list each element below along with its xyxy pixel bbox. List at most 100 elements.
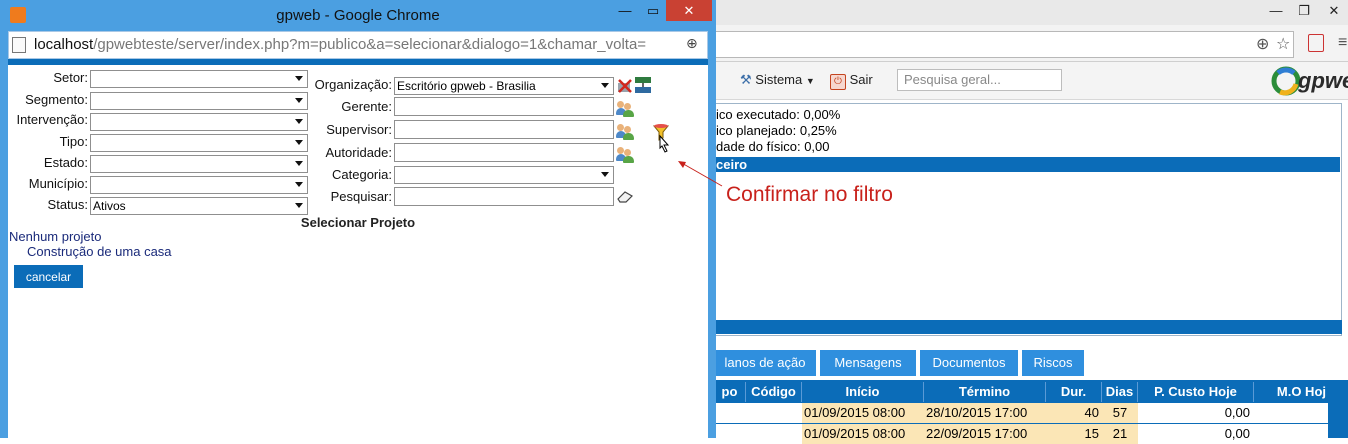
background-url-box[interactable] [714, 31, 1294, 58]
municipio-select[interactable] [90, 176, 308, 194]
table-row-inicio: 01/09/2015 08:00 [802, 424, 924, 444]
popup-title: gpweb - Google Chrome [276, 7, 440, 24]
panel-row-fisico: dade do físico: 0,00 [716, 139, 830, 154]
pesquisar-label: Pesquisar: [330, 189, 392, 204]
table-row-cell [714, 403, 746, 423]
municipio-label: Município: [28, 176, 88, 191]
grid-header-mo[interactable]: M.O Hoj [1254, 382, 1328, 402]
intervencao-select[interactable] [90, 113, 308, 131]
global-search-input[interactable]: Pesquisa geral... [897, 69, 1062, 91]
grid-header-dur[interactable]: Dur. [1046, 382, 1102, 402]
callout-text: Confirmar no filtro [726, 183, 893, 206]
table-row-dur: 15 [1046, 424, 1102, 444]
bg-restore-button[interactable]: ❐ [1290, 1, 1318, 21]
remove-organization-icon[interactable] [616, 77, 634, 95]
setor-select[interactable] [90, 70, 308, 88]
grid-header-tipo[interactable]: po [714, 382, 746, 402]
tab-riscos[interactable]: Riscos [1022, 350, 1084, 376]
table-row-dias: 57 [1102, 403, 1138, 423]
grid-header-termino[interactable]: Término [924, 382, 1046, 402]
chevron-down-icon [295, 182, 303, 187]
segmento-select[interactable] [90, 92, 308, 110]
intervencao-label: Intervenção: [16, 112, 88, 127]
popup-chrome-window: gpweb - Google Chrome — ▭ ✕ localhost/gp… [0, 0, 716, 438]
sair-button[interactable]: ⏻ Sair [830, 72, 873, 90]
chevron-down-icon [601, 172, 609, 177]
table-row-cell [746, 424, 802, 444]
background-titlebar [714, 0, 1348, 25]
panel-footer-bar [714, 320, 1342, 334]
project-list-item[interactable]: Construção de uma casa [27, 244, 172, 259]
table-row-termino: 28/10/2015 17:00 [924, 403, 1046, 423]
table-row-custo: 0,00 [1138, 403, 1254, 423]
popup-url[interactable]: localhost/gpwebteste/server/index.php?m=… [34, 35, 684, 55]
table-row-termino: 22/09/2015 17:00 [924, 424, 1046, 444]
bg-close-button[interactable]: ✕ [1320, 1, 1348, 21]
bookmark-star-icon[interactable]: ☆ [1276, 34, 1290, 54]
chevron-down-icon [601, 83, 609, 88]
gerente-label: Gerente: [341, 99, 392, 114]
chevron-down-icon [295, 161, 303, 166]
table-row-dias: 21 [1102, 424, 1138, 444]
table-row-inicio: 01/09/2015 08:00 [802, 403, 924, 423]
tab-planos-de-acao[interactable]: lanos de ação [714, 350, 816, 376]
table-row-dur: 40 [1046, 403, 1102, 423]
supervisor-input[interactable] [394, 120, 614, 139]
menu-icon[interactable]: ≡ [1338, 34, 1347, 52]
popup-minimize-button[interactable]: — [612, 0, 638, 22]
table-row-cell [714, 424, 746, 444]
table-row-cell [746, 403, 802, 423]
grid-header-dias[interactable]: Dias [1102, 382, 1138, 402]
popup-empty-area [8, 296, 708, 438]
nenhum-projeto-option[interactable]: Nenhum projeto [9, 229, 102, 244]
zoom-icon[interactable]: ⊕ [686, 35, 698, 52]
selecionar-projeto-title: Selecionar Projeto [300, 215, 416, 230]
grid-header-codigo[interactable]: Código [746, 382, 802, 402]
categoria-label: Categoria: [332, 167, 392, 182]
table-row-cell [1254, 403, 1328, 423]
setor-label: Setor: [53, 70, 88, 85]
autoridade-input[interactable] [394, 143, 614, 162]
sistema-label: Sistema [755, 72, 803, 87]
organizacao-label: Organização: [314, 77, 392, 92]
gpweb-logo: gpwe [1268, 64, 1348, 98]
zoom-icon[interactable]: ⊕ [1256, 34, 1269, 54]
autoridade-label: Autoridade: [325, 145, 393, 160]
status-select[interactable]: Ativos [90, 197, 308, 215]
chevron-down-icon: ▼ [805, 76, 815, 86]
categoria-select[interactable] [394, 166, 614, 184]
status-label: Status: [47, 197, 88, 212]
extension-icon[interactable] [1308, 34, 1324, 52]
gerente-input[interactable] [394, 97, 614, 116]
page-icon [12, 37, 26, 53]
tab-mensagens[interactable]: Mensagens [820, 350, 916, 376]
select-users-icon[interactable] [616, 145, 635, 163]
segmento-label: Segmento: [25, 92, 88, 107]
panel-row-planejado: ico planejado: 0,25% [716, 123, 837, 138]
organizacao-select[interactable]: Escritório gpweb - Brasilia [394, 77, 614, 95]
filter-icon[interactable] [652, 123, 674, 159]
eraser-icon[interactable] [616, 189, 634, 203]
pesquisar-input[interactable] [394, 187, 614, 206]
cancel-button[interactable]: cancelar [14, 265, 83, 288]
table-row-custo: 0,00 [1138, 424, 1254, 444]
select-users-icon[interactable] [616, 99, 635, 117]
estado-select[interactable] [90, 155, 308, 173]
popup-maximize-button[interactable]: ▭ [640, 0, 666, 22]
gpweb-logo-text: gpwe [1298, 68, 1348, 93]
organization-tree-icon[interactable] [634, 76, 652, 94]
estado-label: Estado: [43, 155, 88, 170]
select-users-icon[interactable] [616, 122, 635, 140]
tipo-select[interactable] [90, 134, 308, 152]
grid-header-inicio[interactable]: Início [802, 382, 924, 402]
grid-header-custo[interactable]: P. Custo Hoje [1138, 382, 1254, 402]
panel-row-executado: ico executado: 0,00% [716, 107, 841, 122]
sistema-menu[interactable]: ⚒ Sistema ▼ [740, 72, 815, 88]
supervisor-label: Supervisor: [326, 122, 392, 137]
tab-documentos[interactable]: Documentos [920, 350, 1018, 376]
bg-minimize-button[interactable]: — [1262, 1, 1290, 21]
power-icon: ⏻ [830, 74, 846, 90]
table-row-cell [1254, 424, 1328, 444]
popup-close-button[interactable]: ✕ [666, 0, 712, 21]
tools-icon: ⚒ [740, 72, 752, 87]
